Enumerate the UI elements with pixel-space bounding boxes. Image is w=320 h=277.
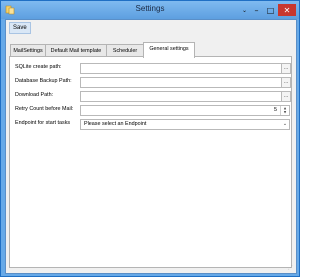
title-bar[interactable]: Settings ⌄ – □ ✕ (1, 1, 299, 19)
download-browse-button[interactable]: ... (281, 91, 291, 102)
menu-bar: Save (6, 20, 296, 34)
endpoint-selected-value: Please select an Endpoint (84, 121, 147, 127)
retry-count-label: Retry Count before Mail: (15, 106, 74, 112)
spin-down-icon[interactable]: ▼ (281, 110, 289, 114)
maximize-button[interactable]: □ (264, 4, 277, 16)
general-settings-panel: SQLite create path: ... Database Backup … (9, 56, 292, 268)
window-menu-chevron-icon[interactable]: ⌄ (240, 4, 249, 16)
sqlite-path-input[interactable] (80, 63, 282, 74)
minimize-button[interactable]: – (250, 4, 263, 16)
save-button[interactable]: Save (9, 22, 31, 34)
window-controls: ⌄ – □ ✕ (240, 3, 296, 17)
tab-general-settings[interactable]: General settings (143, 42, 195, 58)
spin-buttons[interactable]: ▲ ▼ (280, 106, 289, 115)
client-area: Save MailSettings Default Mail template … (5, 19, 297, 274)
close-button[interactable]: ✕ (278, 4, 296, 16)
sqlite-path-label: SQLite create path: (15, 64, 62, 70)
chevron-down-icon[interactable]: ⌄ (281, 120, 289, 129)
endpoint-label: Endpoint for start tasks (15, 120, 71, 126)
sqlite-browse-button[interactable]: ... (281, 63, 291, 74)
download-path-label: Download Path: (15, 92, 54, 98)
backup-path-label: Database Backup Path: (15, 78, 72, 84)
settings-window: Settings ⌄ – □ ✕ Save MailSettings Defau… (0, 0, 300, 277)
backup-path-row: Database Backup Path: ... (10, 77, 291, 88)
backup-path-input[interactable] (80, 77, 282, 88)
backup-browse-button[interactable]: ... (281, 77, 291, 88)
download-path-input[interactable] (80, 91, 282, 102)
endpoint-select[interactable]: Please select an Endpoint ⌄ (80, 119, 290, 130)
download-path-row: Download Path: ... (10, 91, 291, 102)
endpoint-row: Endpoint for start tasks Please select a… (10, 119, 291, 130)
resize-grip-icon[interactable]: ⋰ (288, 265, 294, 271)
retry-count-stepper[interactable]: 5 ▲ ▼ (80, 105, 290, 116)
retry-count-value: 5 (274, 107, 277, 113)
sqlite-path-row: SQLite create path: ... (10, 63, 291, 74)
retry-count-row: Retry Count before Mail: 5 ▲ ▼ (10, 105, 291, 116)
